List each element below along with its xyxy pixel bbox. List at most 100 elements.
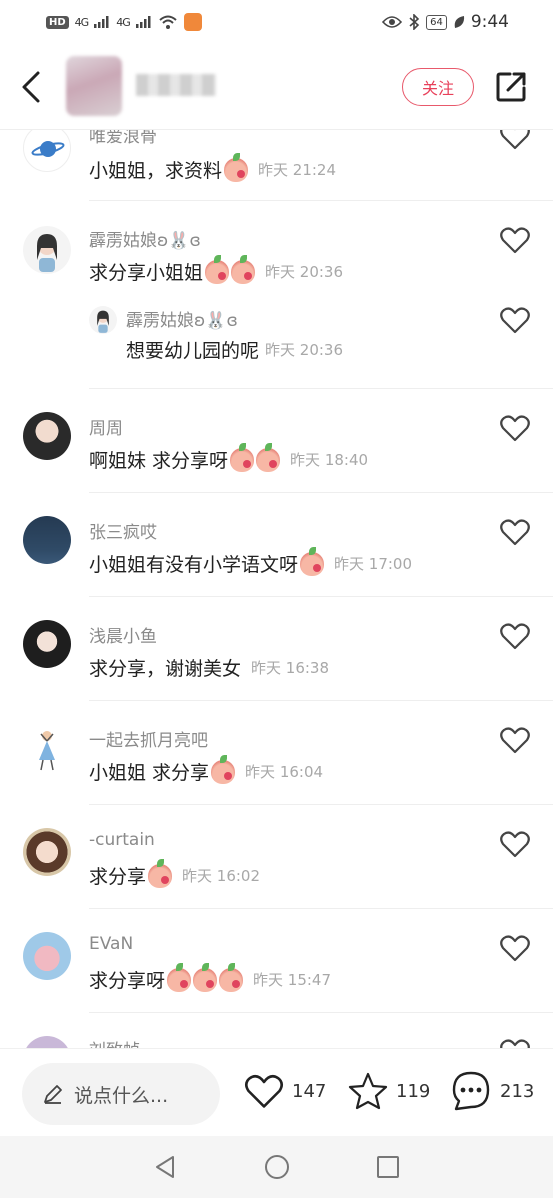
- peach-emoji-icon: [193, 962, 218, 992]
- like-heart-icon[interactable]: [500, 518, 530, 546]
- peach-emoji-icon: [230, 442, 255, 472]
- comment-avatar[interactable]: [23, 620, 71, 668]
- like-heart-icon[interactable]: [500, 726, 530, 754]
- like-heart-icon[interactable]: [500, 130, 530, 150]
- nav-back-icon[interactable]: [151, 1152, 181, 1182]
- like-heart-icon[interactable]: [500, 934, 530, 962]
- comment-list[interactable]: 唯爱浪骨 小姐姐，求资料 昨天 21:24 霹雳姑娘ʚ🐰ɞ 求分享小姐姐 昨天 …: [0, 130, 553, 1048]
- like-heart-icon[interactable]: [500, 622, 530, 650]
- comment-body[interactable]: 求分享呀 昨天 15:47: [89, 962, 332, 993]
- peach-emoji-icon: [205, 254, 230, 284]
- comment-avatar[interactable]: [23, 1036, 71, 1048]
- comments-count: 213: [500, 1080, 535, 1102]
- comment-author[interactable]: EVaN: [89, 934, 133, 954]
- comment-author[interactable]: 浅晨小鱼: [89, 622, 157, 647]
- comment-author[interactable]: 一起去抓月亮吧: [89, 726, 208, 751]
- divider: [89, 388, 553, 389]
- back-button[interactable]: [18, 70, 46, 104]
- chat-bubble-icon: [452, 1071, 490, 1111]
- share-button[interactable]: [494, 70, 528, 104]
- reply-time: 昨天 20:36: [265, 341, 344, 359]
- like-button[interactable]: 147: [244, 1069, 326, 1113]
- avatar-illustration: [97, 310, 109, 333]
- comment-body[interactable]: 小姐姐，求资料 昨天 21:24: [89, 152, 336, 183]
- like-count: 147: [292, 1080, 327, 1102]
- follow-button[interactable]: 关注: [402, 68, 474, 106]
- divider: [89, 596, 553, 597]
- divider: [89, 700, 553, 701]
- clock: 9:44: [470, 12, 509, 32]
- comment-body[interactable]: 啊姐妹 求分享呀 昨天 18:40: [89, 442, 369, 473]
- signal-2: 4G: [116, 15, 130, 29]
- comment-body[interactable]: 求分享，谢谢美女 昨天 16:38: [89, 654, 329, 681]
- comment-author[interactable]: 霹雳姑娘ʚ🐰ɞ: [89, 226, 201, 251]
- nav-recents-icon[interactable]: [373, 1152, 403, 1182]
- comment-author[interactable]: 刘致帧: [89, 1036, 140, 1048]
- comment-avatar[interactable]: [23, 226, 71, 274]
- like-heart-icon[interactable]: [500, 306, 530, 334]
- status-bar: HD 4G 4G 64 9:44: [0, 0, 553, 44]
- reply-body[interactable]: 想要幼儿园的呢 昨天 20:36: [126, 336, 343, 363]
- signal-1: 4G: [74, 15, 89, 29]
- comment-author[interactable]: 唯爱浪骨: [89, 130, 157, 147]
- peach-emoji-icon: [224, 152, 249, 182]
- comment-avatar[interactable]: [23, 724, 71, 772]
- nav-home-icon[interactable]: [262, 1152, 292, 1182]
- system-nav-bar: [0, 1136, 553, 1198]
- comment-body[interactable]: 求分享 昨天 16:02: [89, 858, 260, 889]
- heart-icon: [245, 1074, 283, 1108]
- comment-avatar[interactable]: [23, 516, 71, 564]
- reply-author[interactable]: 霹雳姑娘ʚ🐰ɞ: [126, 306, 238, 331]
- divider: [89, 908, 553, 909]
- comment-avatar[interactable]: [23, 412, 71, 460]
- wifi-icon: [159, 15, 177, 29]
- peach-emoji-icon: [231, 254, 256, 284]
- peach-emoji-icon: [256, 442, 281, 472]
- comment-time: 昨天 20:36: [265, 263, 344, 281]
- like-heart-icon[interactable]: [500, 414, 530, 442]
- comment-avatar[interactable]: [23, 932, 71, 980]
- comment-text: 求分享: [89, 866, 147, 888]
- comment-author[interactable]: 张三疯哎: [89, 518, 157, 543]
- comment-text: 求分享呀: [89, 970, 166, 992]
- comment-input[interactable]: 说点什么...: [22, 1063, 220, 1125]
- divider: [89, 492, 553, 493]
- reply-text: 想要幼儿园的呢: [126, 340, 260, 362]
- avatar-illustration: [39, 731, 55, 771]
- comment-author[interactable]: 周周: [89, 414, 123, 439]
- comment-text: 求分享，谢谢美女: [89, 658, 242, 680]
- comment-time: 昨天 18:40: [290, 451, 369, 469]
- comment-avatar[interactable]: [23, 828, 71, 876]
- comment-text: 小姐姐 求分享: [89, 762, 210, 784]
- pencil-icon: [44, 1085, 62, 1104]
- comment-text: 啊姐妹 求分享呀: [89, 450, 229, 472]
- comment-time: 昨天 15:47: [253, 971, 332, 989]
- like-heart-icon[interactable]: [500, 830, 530, 858]
- peach-emoji-icon: [300, 546, 325, 576]
- planet-icon: [31, 141, 65, 157]
- comment-avatar[interactable]: [23, 130, 71, 172]
- like-heart-icon[interactable]: [500, 1038, 530, 1048]
- author-name[interactable]: [136, 74, 216, 96]
- comment-text: 小姐姐，求资料: [89, 160, 223, 182]
- comment-time: 昨天 16:38: [251, 659, 330, 677]
- comment-text: 求分享小姐姐: [89, 262, 204, 284]
- like-heart-icon[interactable]: [500, 226, 530, 254]
- eye-icon: [382, 16, 403, 28]
- comment-time: 昨天 16:04: [245, 763, 324, 781]
- comment-body[interactable]: 小姐姐有没有小学语文呀 昨天 17:00: [89, 546, 412, 577]
- avatar-illustration: [37, 234, 57, 272]
- comment-text: 小姐姐有没有小学语文呀: [89, 554, 299, 576]
- peach-emoji-icon: [148, 858, 173, 888]
- signal-bars-icon: [94, 16, 109, 28]
- comment-body[interactable]: 求分享小姐姐 昨天 20:36: [89, 254, 344, 285]
- reply-avatar[interactable]: [89, 306, 117, 334]
- leaf-icon: [454, 16, 464, 28]
- comment-input-placeholder: 说点什么...: [74, 1084, 169, 1107]
- comment-author[interactable]: -curtain: [89, 830, 155, 850]
- favorite-button[interactable]: 119: [348, 1069, 430, 1113]
- comment-body[interactable]: 小姐姐 求分享 昨天 16:04: [89, 754, 324, 785]
- comments-button[interactable]: 213: [450, 1069, 534, 1113]
- divider: [89, 1012, 553, 1013]
- author-avatar[interactable]: [66, 56, 122, 116]
